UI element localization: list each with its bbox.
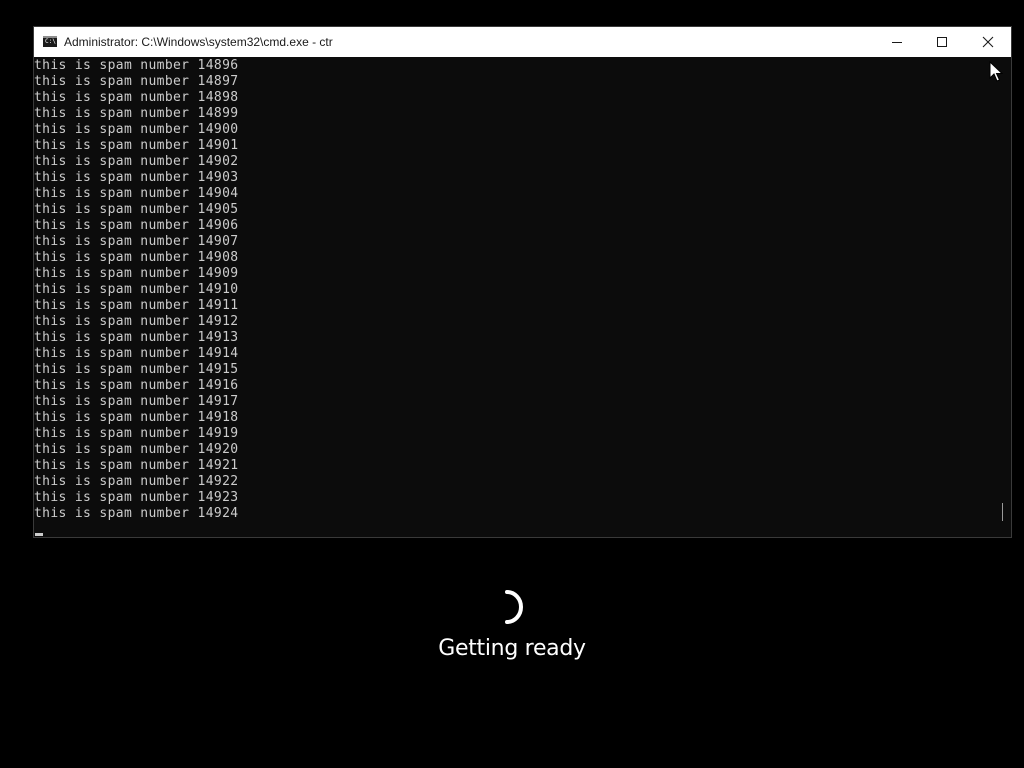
console-line: this is spam number 14916 xyxy=(34,378,239,393)
console-line: this is spam number 14901 xyxy=(34,138,239,153)
window-title: Administrator: C:\Windows\system32\cmd.e… xyxy=(64,35,333,49)
console-line: this is spam number 14913 xyxy=(34,330,239,345)
status-text: Getting ready xyxy=(438,636,586,661)
cmd-icon[interactable]: C:\ xyxy=(43,36,57,47)
console-lines: this is spam number 14896 this is spam nu… xyxy=(34,58,238,522)
console-line: this is spam number 14905 xyxy=(34,202,239,217)
maximize-icon xyxy=(937,37,947,47)
cmd-window[interactable]: C:\ Administrator: C:\Windows\system32\c… xyxy=(34,27,1011,537)
minimize-button[interactable] xyxy=(874,27,920,57)
scrollbar-thumb[interactable] xyxy=(1002,503,1003,521)
console-line: this is spam number 14907 xyxy=(34,234,239,249)
console-line: this is spam number 14910 xyxy=(34,282,239,297)
console-line: this is spam number 14920 xyxy=(34,442,239,457)
console-line: this is spam number 14918 xyxy=(34,410,239,425)
console-line: this is spam number 14912 xyxy=(34,314,239,329)
text-cursor xyxy=(35,533,43,536)
vertical-scrollbar[interactable] xyxy=(994,57,1011,537)
console-line: this is spam number 14903 xyxy=(34,170,239,185)
desktop-screen: C:\ Administrator: C:\Windows\system32\c… xyxy=(0,0,1024,768)
console-line: this is spam number 14919 xyxy=(34,426,239,441)
console-line: this is spam number 14899 xyxy=(34,106,239,121)
console-line: this is spam number 14911 xyxy=(34,298,239,313)
close-icon xyxy=(982,36,994,48)
console-line: this is spam number 14924 xyxy=(34,506,239,521)
console-line: this is spam number 14921 xyxy=(34,458,239,473)
console-line: this is spam number 14896 xyxy=(34,58,239,73)
title-bar[interactable]: C:\ Administrator: C:\Windows\system32\c… xyxy=(34,27,1011,57)
console-line: this is spam number 14917 xyxy=(34,394,239,409)
console-line: this is spam number 14908 xyxy=(34,250,239,265)
console-output[interactable]: this is spam number 14896 this is spam nu… xyxy=(34,57,994,537)
close-button[interactable] xyxy=(965,27,1011,57)
console-line: this is spam number 14902 xyxy=(34,154,239,169)
console-line: this is spam number 14909 xyxy=(34,266,239,281)
console-line: this is spam number 14900 xyxy=(34,122,239,137)
console-line: this is spam number 14922 xyxy=(34,474,239,489)
console-line: this is spam number 14914 xyxy=(34,346,239,361)
console-line: this is spam number 14898 xyxy=(34,90,239,105)
minimize-icon xyxy=(892,42,902,43)
loading-spinner-icon xyxy=(505,590,523,624)
console-line: this is spam number 14915 xyxy=(34,362,239,377)
console-line: this is spam number 14906 xyxy=(34,218,239,233)
mouse-pointer-icon xyxy=(989,61,1003,82)
console-line: this is spam number 14923 xyxy=(34,490,239,505)
console-line: this is spam number 14897 xyxy=(34,74,239,89)
maximize-button[interactable] xyxy=(919,27,965,57)
console-line: this is spam number 14904 xyxy=(34,186,239,201)
